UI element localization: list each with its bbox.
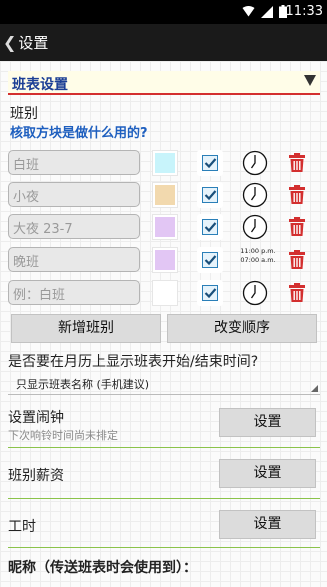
shift-name-input[interactable]: 大夜 23-7 xyxy=(8,214,140,239)
shift-row: 小夜 xyxy=(0,182,327,212)
shift-checkbox[interactable] xyxy=(197,182,223,208)
status-icons xyxy=(242,5,287,18)
trash-icon[interactable] xyxy=(289,283,305,302)
nickname-label: 昵称（传送班表时会使用到）： xyxy=(8,560,197,576)
alarm-title: 设置闹钟 xyxy=(8,410,64,426)
shift-time-range[interactable]: 11:00 p.m. 07:00 a.m. xyxy=(236,247,280,265)
salary-title: 班别薪资 xyxy=(8,468,64,484)
wifi-icon xyxy=(242,6,255,17)
shift-name-input[interactable]: 白班 xyxy=(8,150,140,175)
calendar-display-value: 只显示班表名称 (手机建议) xyxy=(16,378,150,391)
work-hours-title: 工时 xyxy=(8,519,36,535)
checkmark-icon xyxy=(204,190,217,201)
trash-icon[interactable] xyxy=(289,185,305,204)
clock-icon[interactable] xyxy=(242,280,268,306)
reorder-button[interactable]: 改变顺序 xyxy=(167,314,317,343)
calendar-display-select[interactable]: 只显示班表名称 (手机建议) xyxy=(8,372,320,395)
trash-icon[interactable] xyxy=(289,217,305,236)
signal-icon xyxy=(261,5,273,18)
divider xyxy=(8,547,320,548)
shift-row: 大夜 23-7 xyxy=(0,214,327,244)
work-hours-settings-button[interactable]: 设置 xyxy=(219,510,316,539)
schedule-selector[interactable]: 班表设置 xyxy=(8,71,320,95)
checkmark-icon xyxy=(204,288,217,299)
shift-row: 白班 xyxy=(0,150,327,180)
calendar-display-question: 是否要在月历上显示班表开始/结束时间? xyxy=(8,354,259,370)
divider xyxy=(8,498,320,499)
shift-end-time: 07:00 a.m. xyxy=(240,256,276,264)
dropdown-arrow-icon xyxy=(304,75,316,86)
shift-name-input[interactable]: 小夜 xyxy=(8,182,140,207)
shift-name-input[interactable]: 例：白班 xyxy=(8,280,140,305)
shift-name-input[interactable]: 晚班 xyxy=(8,247,140,272)
shift-checkbox[interactable] xyxy=(197,150,223,176)
add-shift-button[interactable]: 新增班别 xyxy=(11,314,161,343)
back-icon[interactable]: ❮ xyxy=(3,33,16,52)
schedule-selector-value: 班表设置 xyxy=(12,77,68,93)
status-bar: 11:33 xyxy=(0,0,327,24)
shift-color-swatch[interactable] xyxy=(152,214,178,240)
shift-color-swatch[interactable] xyxy=(152,247,178,273)
clock-icon[interactable] xyxy=(242,214,268,240)
checkmark-icon xyxy=(204,222,217,233)
shifts-heading: 班别 xyxy=(10,106,38,122)
shift-checkbox[interactable] xyxy=(197,214,223,240)
shift-color-swatch[interactable] xyxy=(152,280,178,306)
shift-row: 例：白班 xyxy=(0,280,327,310)
shift-row: 晚班 11:00 p.m. 07:00 a.m. xyxy=(0,247,327,277)
page-title[interactable]: 设置 xyxy=(18,32,48,53)
checkmark-icon xyxy=(204,158,217,169)
checkmark-icon xyxy=(204,255,217,266)
trash-icon[interactable] xyxy=(289,250,305,269)
settings-content[interactable]: 班表设置 班别 核取方块是做什么用的? 白班 小夜 大夜 23-7 晚班 11:… xyxy=(0,61,327,587)
clock-icon[interactable] xyxy=(242,150,268,176)
shift-checkbox[interactable] xyxy=(197,280,223,306)
clock-icon[interactable] xyxy=(242,182,268,208)
dropdown-corner-icon xyxy=(311,385,318,392)
trash-icon[interactable] xyxy=(289,153,305,172)
shift-color-swatch[interactable] xyxy=(152,150,178,176)
alarm-subtitle: 下次响铃时间尚未排定 xyxy=(8,429,118,442)
status-time: 11:33 xyxy=(285,4,323,19)
app-bar: ❮ 设置 xyxy=(0,24,327,61)
shift-color-swatch[interactable] xyxy=(152,182,178,208)
salary-settings-button[interactable]: 设置 xyxy=(219,459,316,488)
divider xyxy=(8,447,320,448)
checkbox-help-link[interactable]: 核取方块是做什么用的? xyxy=(10,122,148,141)
shift-checkbox[interactable] xyxy=(197,247,223,273)
shift-start-time: 11:00 p.m. xyxy=(240,247,276,255)
alarm-settings-button[interactable]: 设置 xyxy=(219,408,316,437)
